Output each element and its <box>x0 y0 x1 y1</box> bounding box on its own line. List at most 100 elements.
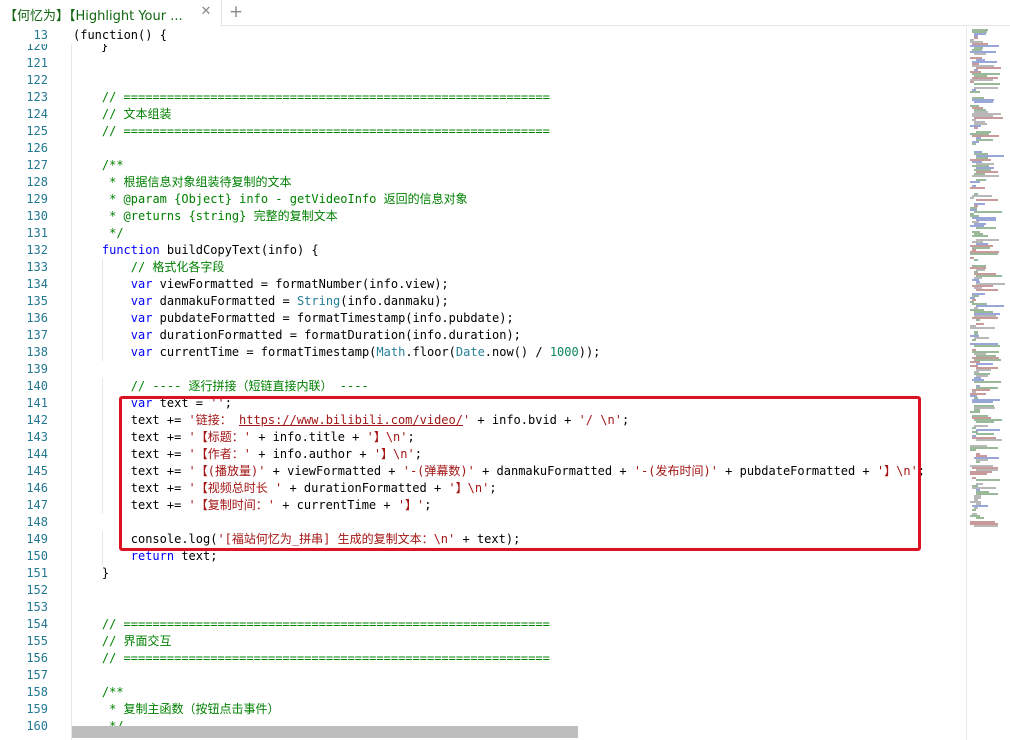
code-text: /** <box>102 684 124 701</box>
code-line[interactable]: 136 var pubdateFormatted = formatTimestam… <box>0 310 966 327</box>
code-token: // ---- 逐行拼接（短链直接内联） ---- <box>130 379 369 393</box>
code-line[interactable]: 159 * 复制主函数（按钮点击事件） <box>0 701 966 718</box>
code-editor[interactable]: 13 (function() { 120 } 121 122 123// =====… <box>0 27 966 740</box>
code-token: + danmakuFormatted + <box>474 464 634 478</box>
code-line[interactable]: 139 <box>0 361 966 378</box>
minimap-line <box>976 363 993 365</box>
code-token: function <box>101 243 160 257</box>
minimap-line <box>972 235 988 237</box>
tab-title[interactable]: 【何忆为】【Highlight Your ... <box>4 5 192 24</box>
code-text: // 界面交互 <box>102 633 172 650</box>
code-token: .floor( <box>405 345 456 359</box>
code-token: '【标题：' <box>188 430 251 444</box>
code-line[interactable]: 158 /** <box>0 684 966 701</box>
code-text: // =====================================… <box>102 650 550 667</box>
code-line[interactable]: 122 <box>0 72 966 89</box>
indent-guide <box>101 531 103 548</box>
code-line[interactable]: 124 // 文本组装 <box>0 106 966 123</box>
code-line[interactable]: 153 <box>0 599 966 616</box>
line-number: 121 <box>26 56 48 70</box>
code-line[interactable]: 137 var durationFormatted = formatDuratio… <box>0 327 966 344</box>
code-line[interactable]: 143 text += '【标题：' + info.title + '】\n'; <box>0 429 966 446</box>
code-token: '】' <box>397 498 425 512</box>
minimap-line <box>970 253 998 255</box>
line-number: 132 <box>26 243 48 257</box>
line-number: 133 <box>26 260 48 274</box>
line-number: 126 <box>26 141 48 155</box>
code-line[interactable]: 133 // 格式化各字段 <box>0 259 966 276</box>
line-number: 153 <box>26 600 48 614</box>
code-line[interactable]: 128 * 根据信息对象组装待复制的文本 <box>0 174 966 191</box>
indent-guide <box>101 548 103 565</box>
code-token: buildCopyText(info) { <box>159 243 319 257</box>
minimap-line <box>974 211 1002 213</box>
code-token: danmakuFormatted = <box>152 294 297 308</box>
code-text: text += '【复制时间：' + currentTime + '】'; <box>131 497 432 514</box>
minimap-line <box>976 319 980 321</box>
code-line[interactable]: 140 // ---- 逐行拼接（短链直接内联） ---- <box>0 378 966 395</box>
code-line[interactable]: 150 return text; <box>0 548 966 565</box>
minimap-line <box>976 67 1001 69</box>
code-token: '[福站何忆为_拼串] 生成的复制文本：\n' <box>217 532 456 546</box>
code-token: var <box>130 328 153 342</box>
minimap-line <box>970 197 974 199</box>
close-icon[interactable]: ✕ <box>198 3 214 21</box>
code-line[interactable]: 141 var text = ''; <box>0 395 966 412</box>
code-line[interactable]: 125 // ==================================… <box>0 123 966 140</box>
line-number: 137 <box>26 328 48 342</box>
new-tab-icon[interactable]: + <box>228 2 244 22</box>
code-text: * 根据信息对象组装待复制的文本 <box>102 174 291 191</box>
minimap[interactable] <box>966 27 1010 740</box>
code-line[interactable]: 149 console.log('[福站何忆为_拼串] 生成的复制文本：\n' +… <box>0 531 966 548</box>
code-token: * 复制主函数（按钮点击事件） <box>101 702 280 716</box>
editor-tab[interactable]: 【何忆为】【Highlight Your ... ✕ <box>0 0 222 26</box>
code-token: } <box>101 566 110 580</box>
code-text: } <box>102 565 109 582</box>
code-token: ; <box>224 396 232 410</box>
code-line[interactable]: 148 <box>0 514 966 531</box>
code-token: Date <box>455 345 485 359</box>
minimap-line <box>976 479 1000 481</box>
code-token: var <box>130 294 153 308</box>
code-line[interactable]: 129 * @param {Object} info - getVideoInf… <box>0 191 966 208</box>
indent-guide <box>101 310 103 327</box>
code-line[interactable]: 131 */ <box>0 225 966 242</box>
sticky-scroll-header[interactable]: 13 (function() { <box>0 27 966 44</box>
code-text: * 复制主函数（按钮点击事件） <box>101 701 280 718</box>
minimap-line <box>970 473 987 475</box>
code-line[interactable]: 155 // 界面交互 <box>0 633 966 650</box>
line-number: 154 <box>26 617 48 631</box>
horizontal-scrollbar[interactable] <box>72 726 578 738</box>
minimap-line <box>974 37 978 39</box>
code-line[interactable]: 132 function buildCopyText(info) { <box>0 242 966 259</box>
line-number: 159 <box>26 702 48 716</box>
code-token: text += <box>130 447 189 461</box>
code-line[interactable]: 138 var currentTime = formatTimestamp(Mat… <box>0 344 966 361</box>
minimap-line <box>970 411 980 413</box>
code-line[interactable]: 121 <box>0 55 966 72</box>
line-number: 127 <box>26 158 48 172</box>
line-number: 156 <box>26 651 48 665</box>
code-line[interactable]: 151} <box>0 565 966 582</box>
code-line[interactable]: 156 // ==================================… <box>0 650 966 667</box>
code-token: text += <box>130 413 189 427</box>
code-line[interactable]: 123 // ==================================… <box>0 89 966 106</box>
code-line[interactable]: 154 // ==================================… <box>0 616 966 633</box>
code-token: + durationFormatted + <box>282 481 449 495</box>
code-line[interactable]: 147 text += '【复制时间：' + currentTime + '】'; <box>0 497 966 514</box>
code-line[interactable]: 127 /** <box>0 157 966 174</box>
code-line[interactable]: 146 text += '【视频总时长 ' + durationFormatted… <box>0 480 966 497</box>
code-line[interactable]: 144 text += '【作者：' + info.author + '】\n'; <box>0 446 966 463</box>
code-text: text += '【标题：' + info.title + '】\n'; <box>131 429 415 446</box>
code-line[interactable]: 135 var danmakuFormatted = String(info.da… <box>0 293 966 310</box>
code-line[interactable]: 157 <box>0 667 966 684</box>
code-line[interactable]: 134 var viewFormatted = formatNumber(info… <box>0 276 966 293</box>
code-token: console.log( <box>130 532 218 546</box>
code-line[interactable]: 126 <box>0 140 966 157</box>
code-line[interactable]: 142 text += '链接： https://www.bilibili.com… <box>0 412 966 429</box>
code-text: text += '链接： https://www.bilibili.com/vi… <box>131 412 629 429</box>
code-line[interactable]: 152 <box>0 582 966 599</box>
code-line[interactable]: 145 text += '【(播放量)' + viewFormatted + '-… <box>0 463 966 480</box>
code-line[interactable]: 130 * @returns {string} 完整的复制文本 <box>0 208 966 225</box>
code-text: return text; <box>131 548 218 565</box>
